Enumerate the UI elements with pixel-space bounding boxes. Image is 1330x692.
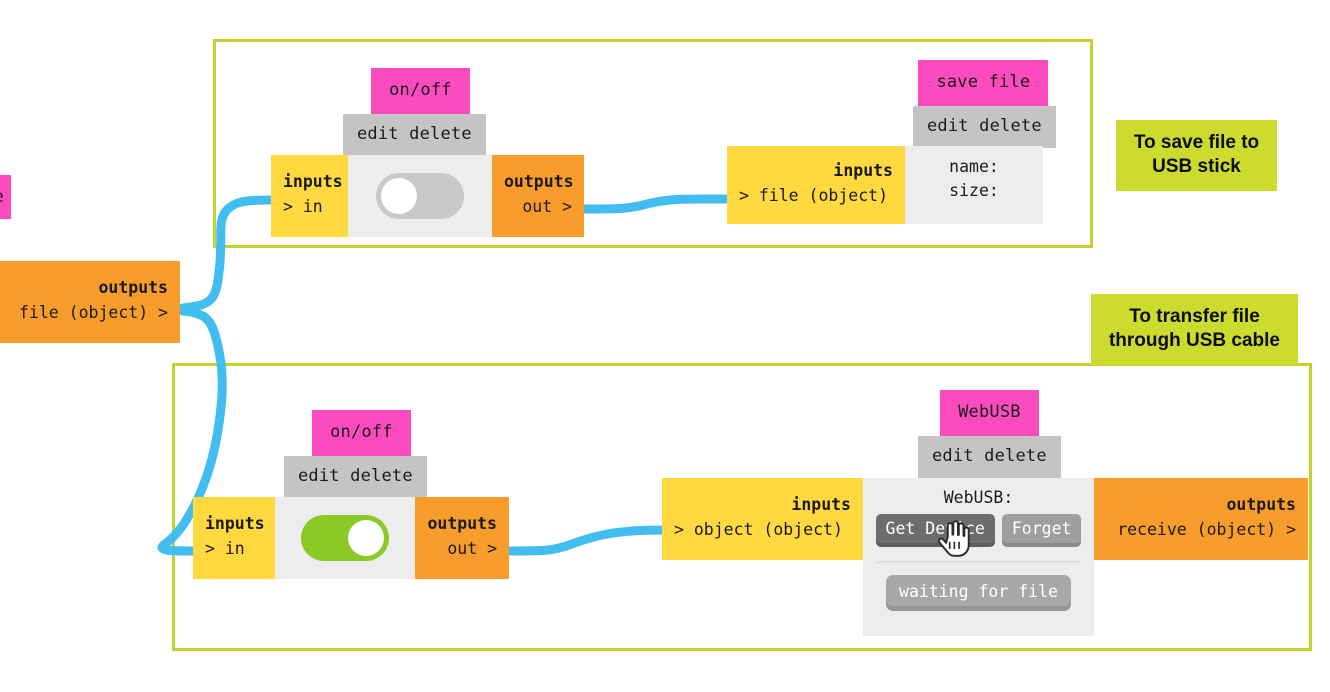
save-file-field-name: name:: [949, 157, 999, 176]
save-file-fields-area: name: size:: [905, 146, 1043, 224]
source-node-head: e: [0, 175, 11, 219]
onoff-bottom-widget-area: [275, 497, 415, 579]
onoff-top-output-port-out[interactable]: out >: [504, 194, 572, 220]
source-outputs-port-column[interactable]: outputs file (object) >: [0, 261, 180, 343]
source-node-body: outputs file (object) >: [0, 261, 180, 343]
annotation-transfer-line-2: through USB cable: [1108, 329, 1280, 351]
webusb-tools[interactable]: edit delete: [918, 436, 1061, 478]
save-file-title[interactable]: save file: [918, 60, 1049, 106]
onoff-top-toggle-switch[interactable]: [376, 173, 464, 219]
webusb-widget-area: WebUSB: Get Device Forget waiting for fi…: [863, 478, 1094, 636]
onoff-top-input-port-in[interactable]: > in: [283, 194, 336, 220]
onoff-bottom-body: inputs > in outputs out >: [193, 497, 509, 579]
save-file-input-port-file[interactable]: > file (object): [739, 183, 893, 209]
onoff-top-head: on/off edit delete: [343, 68, 486, 156]
annotation-save-line-2: USB stick: [1152, 155, 1241, 177]
forget-button[interactable]: Forget: [1001, 514, 1082, 547]
onoff-bottom-inputs-header: inputs: [205, 514, 265, 534]
get-device-button[interactable]: Get Device: [875, 514, 995, 547]
onoff-bottom-inputs-column[interactable]: inputs > in: [193, 497, 275, 579]
onoff-top-outputs-column[interactable]: outputs out >: [492, 155, 584, 237]
webusb-button-row: Get Device Forget: [875, 514, 1082, 547]
annotation-transfer-line-1: To transfer file: [1129, 306, 1260, 327]
toggle-knob: [348, 520, 384, 556]
save-file-tools[interactable]: edit delete: [913, 106, 1056, 148]
webusb-widget-label: WebUSB:: [943, 488, 1014, 507]
source-node-title[interactable]: e: [0, 175, 11, 219]
flow-canvas[interactable]: e outputs file (object) > on/off edit de…: [0, 0, 1330, 692]
webusb-head: WebUSB edit delete: [918, 390, 1061, 478]
webusb-outputs-column[interactable]: outputs receive (object) >: [1094, 478, 1308, 560]
webusb-output-port-receive[interactable]: receive (object) >: [1106, 517, 1296, 543]
onoff-bottom-toggle-switch[interactable]: [301, 515, 389, 561]
webusb-outputs-header: outputs: [1226, 495, 1296, 515]
onoff-bottom-tools[interactable]: edit delete: [284, 456, 427, 498]
webusb-control-panel: WebUSB: Get Device Forget waiting for fi…: [863, 478, 1094, 627]
save-file-inputs-column[interactable]: inputs > file (object): [727, 146, 905, 224]
onoff-top-outputs-header: outputs: [504, 172, 574, 192]
source-output-port-file[interactable]: file (object) >: [0, 300, 168, 326]
onoff-top-body: inputs > in outputs out >: [271, 155, 584, 237]
save-file-field-size: size:: [949, 180, 999, 200]
onoff-top-title[interactable]: on/off: [371, 68, 470, 114]
webusb-inputs-header: inputs: [791, 495, 851, 515]
webusb-input-port-object[interactable]: > object (object): [674, 517, 851, 543]
toggle-knob: [381, 178, 417, 214]
webusb-title[interactable]: WebUSB: [940, 390, 1039, 436]
onoff-bottom-outputs-column[interactable]: outputs out >: [415, 497, 509, 579]
webusb-body: inputs > object (object) WebUSB: Get Dev…: [662, 478, 1308, 636]
onoff-bottom-outputs-header: outputs: [427, 514, 497, 534]
onoff-bottom-output-port-out[interactable]: out >: [427, 536, 497, 562]
onoff-bottom-input-port-in[interactable]: > in: [205, 536, 263, 562]
source-outputs-header: outputs: [98, 278, 168, 298]
save-file-head: save file edit delete: [911, 60, 1056, 148]
onoff-top-tools[interactable]: edit delete: [343, 114, 486, 156]
webusb-divider: [877, 560, 1080, 563]
webusb-status-badge: waiting for file: [886, 574, 1071, 611]
onoff-top-inputs-column[interactable]: inputs > in: [271, 155, 348, 237]
save-file-inputs-header: inputs: [833, 161, 893, 181]
save-file-field-list: name: size:: [949, 155, 999, 203]
annotation-transfer-usb: To transfer file through USB cable: [1091, 294, 1298, 365]
webusb-inputs-column[interactable]: inputs > object (object): [662, 478, 863, 560]
annotation-save-to-usb: To save file to USB stick: [1116, 120, 1277, 191]
annotation-save-line-1: To save file to: [1133, 132, 1260, 153]
onoff-top-widget-area: [348, 155, 492, 237]
onoff-bottom-title[interactable]: on/off: [312, 410, 411, 456]
save-file-body: inputs > file (object) name: size:: [727, 146, 1043, 224]
onoff-bottom-head: on/off edit delete: [284, 410, 427, 498]
onoff-top-inputs-header: inputs: [283, 172, 343, 192]
